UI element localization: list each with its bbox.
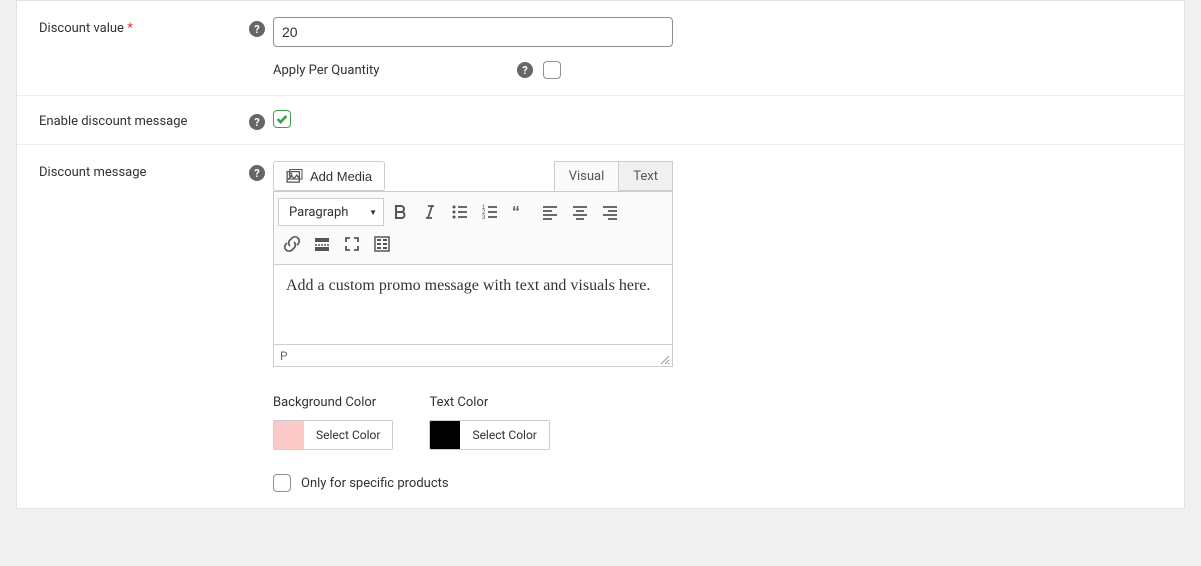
color-section: Background Color Select Color Text Color… — [273, 395, 673, 450]
toolbar-toggle-button[interactable] — [368, 230, 396, 258]
help-discount-message: ? — [249, 161, 273, 492]
row-discount-message: Discount message ? Add Media Visual Text… — [17, 145, 1184, 508]
help-icon[interactable]: ? — [249, 21, 265, 37]
text-color-button-text: Select Color — [460, 421, 548, 449]
resize-handle-icon[interactable] — [660, 354, 670, 364]
svg-text:3: 3 — [482, 215, 486, 221]
bg-color-label: Background Color — [273, 395, 393, 410]
bold-button[interactable] — [386, 198, 414, 226]
help-discount-value: ? — [249, 17, 273, 79]
format-select[interactable]: Paragraph ▼ — [278, 198, 384, 226]
read-more-button[interactable] — [308, 230, 336, 258]
settings-panel: Discount value * ? Apply Per Quantity ? … — [16, 0, 1185, 509]
fullscreen-button[interactable] — [338, 230, 366, 258]
media-icon — [286, 169, 304, 183]
text-color-column: Text Color Select Color — [429, 395, 549, 450]
add-media-button[interactable]: Add Media — [273, 161, 385, 191]
only-specific-checkbox[interactable] — [273, 474, 291, 492]
enable-message-checkbox[interactable] — [273, 110, 291, 128]
bg-color-picker[interactable]: Select Color — [273, 420, 393, 450]
align-center-button[interactable] — [566, 198, 594, 226]
label-enable-message: Enable discount message — [39, 110, 249, 128]
italic-button[interactable] — [416, 198, 444, 226]
row-enable-message: Enable discount message ? — [17, 96, 1184, 145]
label-discount-message: Discount message — [39, 161, 249, 492]
label-discount-value: Discount value * — [39, 17, 249, 79]
align-left-button[interactable] — [536, 198, 564, 226]
bg-color-column: Background Color Select Color — [273, 395, 393, 450]
blockquote-button[interactable]: “ — [506, 198, 534, 226]
row-discount-value: Discount value * ? Apply Per Quantity ? — [17, 1, 1184, 96]
bg-color-button-text: Select Color — [304, 421, 392, 449]
numbered-list-button[interactable]: 123 — [476, 198, 504, 226]
help-icon[interactable]: ? — [517, 62, 533, 78]
tab-visual[interactable]: Visual — [554, 161, 620, 191]
editor-wrap: Add Media Visual Text Paragraph ▼ — [273, 161, 673, 492]
content-discount-value: Apply Per Quantity ? — [273, 17, 1174, 79]
tab-text[interactable]: Text — [618, 161, 673, 191]
link-button[interactable] — [278, 230, 306, 258]
only-specific-label: Only for specific products — [301, 476, 449, 491]
help-icon[interactable]: ? — [249, 114, 265, 130]
text-color-picker[interactable]: Select Color — [429, 420, 549, 450]
editor-path-bar: P — [273, 345, 673, 367]
editor-content[interactable]: Add a custom promo message with text and… — [273, 265, 673, 345]
text-color-label: Text Color — [429, 395, 549, 410]
required-marker: * — [127, 21, 133, 36]
apply-per-qty-checkbox[interactable] — [543, 61, 561, 79]
only-specific-row: Only for specific products — [273, 474, 673, 492]
svg-text:“: “ — [512, 204, 520, 221]
discount-value-input[interactable] — [273, 17, 673, 47]
text-color-swatch — [430, 421, 460, 449]
help-enable-message: ? — [249, 110, 273, 130]
editor-toolbar: Paragraph ▼ 123 “ — [273, 191, 673, 265]
content-enable-message — [273, 110, 1174, 130]
content-discount-message: Add Media Visual Text Paragraph ▼ — [273, 161, 1174, 492]
align-right-button[interactable] — [596, 198, 624, 226]
help-icon[interactable]: ? — [249, 165, 265, 181]
bullet-list-button[interactable] — [446, 198, 474, 226]
bg-color-swatch — [274, 421, 304, 449]
chevron-down-icon: ▼ — [369, 208, 377, 217]
apply-per-qty-label: Apply Per Quantity — [273, 63, 517, 78]
